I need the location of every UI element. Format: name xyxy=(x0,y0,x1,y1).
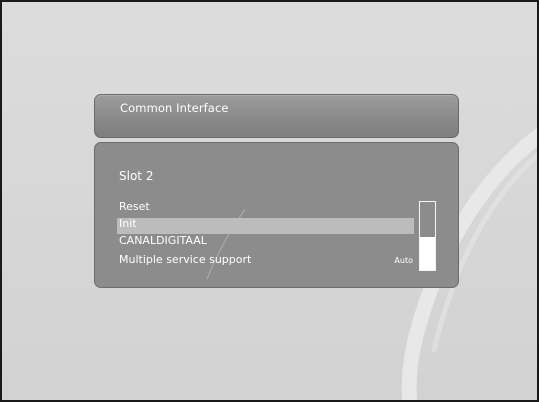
scrollbar[interactable] xyxy=(419,201,436,271)
slot-title: Slot 2 xyxy=(119,169,154,183)
dialog-header: Common Interface xyxy=(94,94,459,138)
menu-item-init[interactable]: Init xyxy=(119,217,137,231)
scrollbar-thumb[interactable] xyxy=(420,237,435,270)
menu-item-multiple-service-support[interactable]: Multiple service support xyxy=(119,253,251,267)
multiple-service-support-value[interactable]: Auto xyxy=(394,256,413,265)
selection-highlight xyxy=(117,218,414,234)
menu-item-canaldigitaal[interactable]: CANALDIGITAAL xyxy=(119,234,207,248)
dialog-title: Common Interface xyxy=(120,101,229,115)
tv-screen: Common Interface Slot 2 Reset Init CANAL… xyxy=(0,0,539,402)
menu-panel: Slot 2 Reset Init CANALDIGITAAL Multiple… xyxy=(94,142,459,288)
menu-item-reset[interactable]: Reset xyxy=(119,200,150,214)
